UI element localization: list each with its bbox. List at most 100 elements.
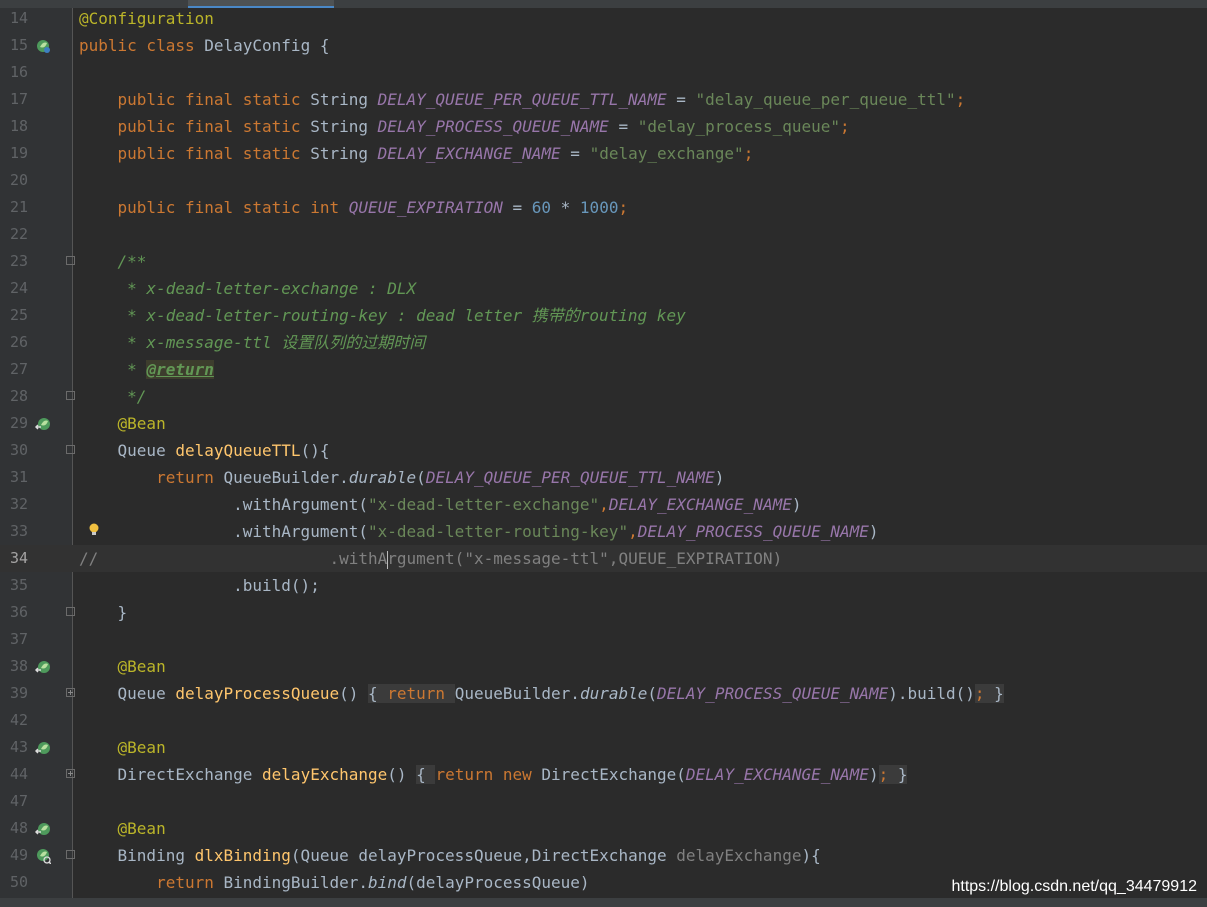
- line-number: 14: [10, 9, 29, 27]
- fold-marker-icon[interactable]: [66, 391, 75, 400]
- code-line: 23 /**: [0, 248, 1207, 275]
- string-token: "delay_queue_per_queue_ttl": [695, 90, 956, 109]
- line-number: 42: [10, 711, 29, 729]
- code-line: 25 * x-dead-letter-routing-key : dead le…: [0, 302, 1207, 329]
- fold-expand-icon[interactable]: [66, 769, 75, 778]
- keyword-token: int: [310, 198, 349, 217]
- spring-bean-icon[interactable]: [35, 416, 51, 432]
- code-text: @Bean: [79, 734, 166, 761]
- line-number: 15: [10, 36, 29, 54]
- parameter-list-token: (Queue delayProcessQueue,DirectExchange: [290, 846, 677, 865]
- code-text: }: [79, 599, 128, 626]
- keyword-token: return: [387, 684, 455, 703]
- code-line: 15 public class DelayConfig {: [0, 32, 1207, 59]
- code-text: return BindingBuilder.bind(delayProcessQ…: [79, 869, 590, 896]
- code-line: 18 public final static String DELAY_PROC…: [0, 113, 1207, 140]
- number-token: 60: [531, 198, 552, 217]
- constant-token: QUEUE_EXPIRATION: [348, 198, 503, 217]
- code-line: 32 .withArgument("x-dead-letter-exchange…: [0, 491, 1207, 518]
- code-line: 48 @Bean: [0, 815, 1207, 842]
- fold-expand-icon[interactable]: [66, 688, 75, 697]
- code-text: * x-message-ttl 设置队列的过期时间: [79, 329, 425, 356]
- line-number: 34: [10, 549, 29, 567]
- code-text: public final static String DELAY_PROCESS…: [79, 113, 850, 140]
- constant-token: DELAY_PROCESS_QUEUE_NAME: [657, 684, 889, 703]
- line-number: 43: [10, 738, 29, 756]
- constant-token: DELAY_PROCESS_QUEUE_NAME: [637, 522, 869, 541]
- line-number: 29: [10, 414, 29, 432]
- keyword-token: public class: [79, 36, 205, 55]
- type-token: Queue: [117, 441, 176, 460]
- brace-token: }: [117, 603, 128, 622]
- spring-bean-icon[interactable]: [35, 740, 51, 756]
- operator-token: =: [502, 198, 532, 217]
- static-method-token: durable: [348, 468, 417, 487]
- class-name-token: DelayConfig {: [204, 36, 330, 55]
- line-comment-token: //: [79, 549, 99, 568]
- string-token: "delay_process_queue": [637, 117, 841, 136]
- spring-bean-icon[interactable]: [35, 821, 51, 837]
- line-comment-token: .withA: [233, 549, 388, 568]
- constant-token: DELAY_EXCHANGE_NAME: [608, 495, 792, 514]
- punctuation-token: ){: [801, 846, 821, 865]
- code-line: 20: [0, 167, 1207, 194]
- punctuation-token: (delayProcessQueue): [406, 873, 590, 892]
- method-name-token: delayQueueTTL: [175, 441, 301, 460]
- code-line: 39 Queue delayProcessQueue() { return Qu…: [0, 680, 1207, 707]
- code-line: 44 DirectExchange delayExchange() { retu…: [0, 761, 1207, 788]
- constant-token: DELAY_EXCHANGE_NAME: [377, 144, 561, 163]
- code-line: 22: [0, 221, 1207, 248]
- annotation-token: @Bean: [117, 738, 166, 757]
- current-code-line: 34 // .withArgument("x-message-ttl",QUEU…: [0, 545, 1207, 572]
- keyword-token: public final static: [117, 144, 311, 163]
- brace-token: }: [897, 765, 908, 784]
- code-line: 38 @Bean: [0, 653, 1207, 680]
- line-number: 17: [10, 90, 29, 108]
- line-number: 30: [10, 441, 29, 459]
- line-number: 23: [10, 252, 29, 270]
- string-token: "x-dead-letter-exchange": [367, 495, 600, 514]
- code-line: 27 * @return: [0, 356, 1207, 383]
- fold-marker-icon[interactable]: [66, 445, 75, 454]
- string-token: "x-dead-letter-routing-key": [367, 522, 629, 541]
- type-token: String: [310, 90, 378, 109]
- code-line: 35 .build();: [0, 572, 1207, 599]
- line-number: 44: [10, 765, 29, 783]
- unused-parameter-token: delayExchange: [676, 846, 802, 865]
- line-number: 33: [10, 522, 29, 540]
- annotation-token: @Bean: [117, 657, 166, 676]
- code-text: return QueueBuilder.durable(DELAY_QUEUE_…: [156, 468, 725, 487]
- code-line: 43 @Bean: [0, 734, 1207, 761]
- constant-token: DELAY_QUEUE_PER_QUEUE_TTL_NAME: [377, 90, 667, 109]
- fold-marker-icon[interactable]: [66, 607, 75, 616]
- line-number: 36: [10, 603, 29, 621]
- line-number: 27: [10, 360, 29, 378]
- code-text: public final static String DELAY_QUEUE_P…: [79, 86, 966, 113]
- code-text: @Bean: [79, 653, 166, 680]
- semicolon-token: ;: [618, 198, 629, 217]
- code-text: /**: [79, 248, 147, 275]
- breadcrumb-bar: [0, 898, 1207, 907]
- code-line: 19 public final static String DELAY_EXCH…: [0, 140, 1207, 167]
- spring-bean-config-icon[interactable]: [35, 38, 51, 54]
- fold-marker-icon[interactable]: [66, 850, 75, 859]
- line-number: 20: [10, 171, 29, 189]
- code-text: public final static String DELAY_EXCHANG…: [79, 140, 754, 167]
- spring-bean-icon[interactable]: [35, 659, 51, 675]
- operator-token: =: [666, 90, 696, 109]
- spring-bean-search-icon[interactable]: [35, 848, 51, 864]
- method-call-token: .build();: [233, 576, 320, 595]
- line-number: 35: [10, 576, 29, 594]
- semicolon-token: ;: [840, 117, 850, 136]
- line-number: 28: [10, 387, 29, 405]
- doc-tag-token: @return: [146, 360, 214, 379]
- doc-comment-token: *: [117, 360, 147, 379]
- code-text: .withArgument("x-dead-letter-exchange",D…: [233, 495, 802, 514]
- keyword-token: public final static: [117, 198, 311, 217]
- fold-marker-icon[interactable]: [66, 256, 75, 265]
- line-number: 18: [10, 117, 29, 135]
- line-number: 47: [10, 792, 29, 810]
- line-number: 25: [10, 306, 29, 324]
- semicolon-token: ;: [955, 90, 966, 109]
- type-token: String: [310, 117, 378, 136]
